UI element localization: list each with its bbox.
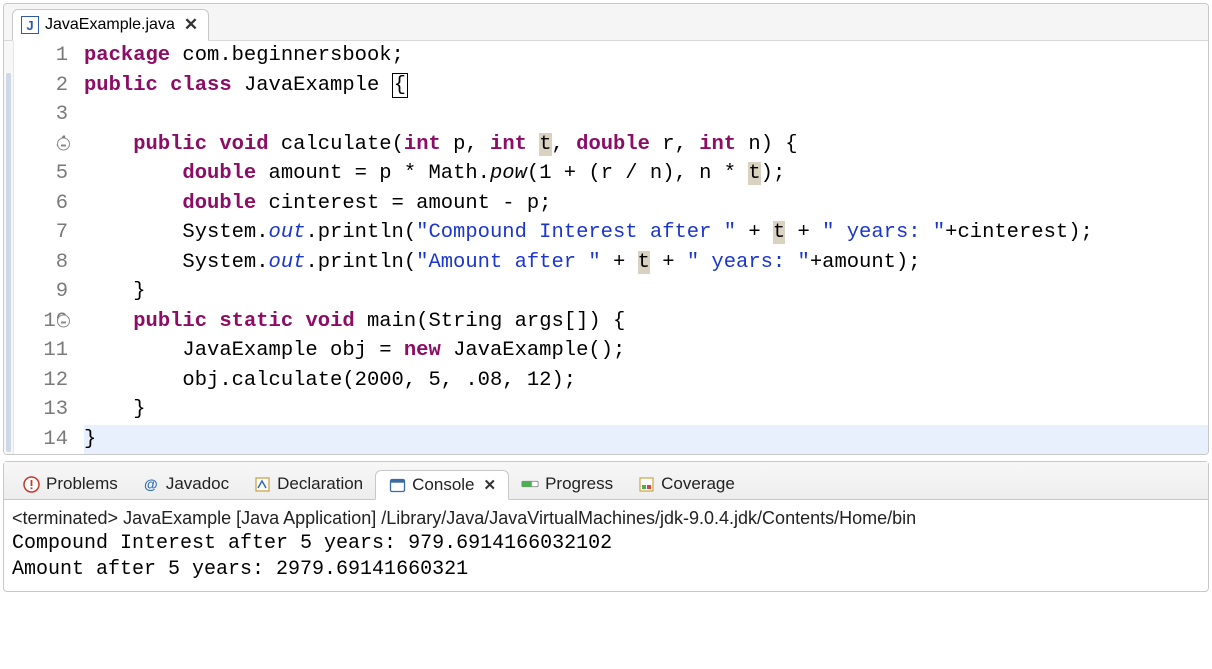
gutter-line: 6 [14, 189, 68, 219]
tab-progress[interactable]: Progress [509, 469, 625, 499]
close-icon[interactable]: ✕ [484, 476, 497, 494]
editor-tab-label: JavaExample.java [45, 16, 175, 34]
gutter-line: 9 [14, 277, 68, 307]
gutter-line: 14 [14, 425, 68, 455]
code-line[interactable]: package com.beginnersbook; [84, 41, 1208, 71]
tab-label: Javadoc [166, 474, 229, 494]
editor-tab-active[interactable]: J JavaExample.java ✕ [12, 9, 209, 41]
line-number-gutter: 1234567891011121314 [14, 41, 74, 454]
code-line[interactable]: public static void main(String args[]) { [84, 307, 1208, 337]
tab-coverage[interactable]: Coverage [625, 469, 747, 499]
code-line[interactable]: } [84, 277, 1208, 307]
gutter-line: 2 [14, 71, 68, 101]
code-area[interactable]: 1234567891011121314 package com.beginner… [4, 40, 1208, 454]
code-line[interactable]: } [84, 425, 1208, 455]
code-line[interactable]: System.out.println("Compound Interest af… [84, 218, 1208, 248]
warning-icon [22, 475, 40, 493]
java-file-icon: J [21, 16, 39, 34]
code-line[interactable] [84, 100, 1208, 130]
tab-javadoc[interactable]: @ Javadoc [130, 469, 241, 499]
code-line[interactable]: public class JavaExample { [84, 71, 1208, 101]
code-lines[interactable]: package com.beginnersbook;public class J… [74, 41, 1208, 454]
editor-pane: J JavaExample.java ✕ 1234567891011121314… [3, 3, 1209, 455]
code-line[interactable]: obj.calculate(2000, 5, .08, 12); [84, 366, 1208, 396]
gutter-line: 7 [14, 218, 68, 248]
gutter-line: 3 [14, 100, 68, 130]
code-line[interactable]: } [84, 395, 1208, 425]
tab-declaration[interactable]: Declaration [241, 469, 375, 499]
fold-toggle-icon[interactable] [57, 138, 70, 151]
console-status-line: <terminated> JavaExample [Java Applicati… [12, 508, 1200, 529]
fold-range-marker [6, 73, 11, 453]
gutter-line: 11 [14, 336, 68, 366]
gutter-line: 10 [14, 307, 68, 337]
tab-label: Coverage [661, 474, 735, 494]
code-line[interactable]: JavaExample obj = new JavaExample(); [84, 336, 1208, 366]
editor-tab-strip: J JavaExample.java ✕ [4, 4, 1208, 40]
code-line[interactable]: System.out.println("Amount after " + t +… [84, 248, 1208, 278]
fold-toggle-icon[interactable] [57, 315, 70, 328]
gutter-line: 4 [14, 130, 68, 160]
close-icon[interactable]: ✕ [184, 15, 198, 35]
declaration-icon [253, 475, 271, 493]
gutter-line: 5 [14, 159, 68, 189]
bottom-pane: Problems @ Javadoc Declaration Console ✕… [3, 461, 1209, 592]
tab-label: Console [412, 475, 474, 495]
coverage-icon [637, 475, 655, 493]
console-body: <terminated> JavaExample [Java Applicati… [4, 500, 1208, 591]
tab-console[interactable]: Console ✕ [375, 470, 509, 500]
code-line[interactable]: double amount = p * Math.pow(1 + (r / n)… [84, 159, 1208, 189]
folding-overview-strip [4, 41, 14, 454]
tab-label: Progress [545, 474, 613, 494]
console-icon [388, 476, 406, 494]
at-icon: @ [142, 475, 160, 493]
bottom-tab-strip: Problems @ Javadoc Declaration Console ✕… [4, 462, 1208, 500]
code-line[interactable]: double cinterest = amount - p; [84, 189, 1208, 219]
console-output: Compound Interest after 5 years: 979.691… [12, 531, 1200, 583]
tab-label: Declaration [277, 474, 363, 494]
gutter-line: 1 [14, 41, 68, 71]
tab-problems[interactable]: Problems [10, 469, 130, 499]
gutter-line: 13 [14, 395, 68, 425]
progress-icon [521, 475, 539, 493]
code-line[interactable]: public void calculate(int p, int t, doub… [84, 130, 1208, 160]
gutter-line: 12 [14, 366, 68, 396]
gutter-line: 8 [14, 248, 68, 278]
tab-label: Problems [46, 474, 118, 494]
